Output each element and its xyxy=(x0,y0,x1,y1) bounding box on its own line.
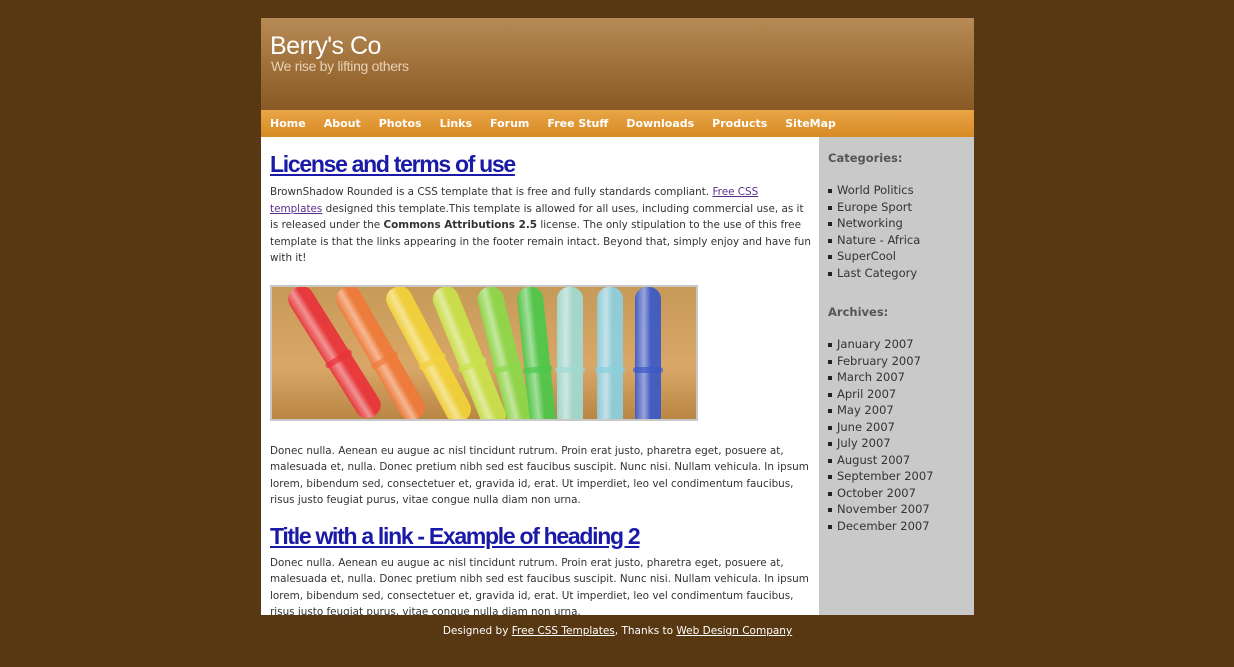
markers-image xyxy=(272,286,696,419)
archive-item[interactable]: April 2007 xyxy=(828,386,974,403)
nav-sitemap[interactable]: SiteMap xyxy=(785,117,836,130)
category-item[interactable]: World Politics xyxy=(828,182,974,199)
title-with-link-heading[interactable]: Title with a link - Example of heading 2 xyxy=(270,523,813,551)
intro-paragraph: BrownShadow Rounded is a CSS template th… xyxy=(270,184,813,267)
archive-item[interactable]: January 2007 xyxy=(828,336,974,353)
site-title: Berry's Co xyxy=(270,32,381,60)
markers-photo xyxy=(270,284,698,421)
categories-list: World Politics Europe Sport Networking N… xyxy=(828,182,974,281)
nav-products[interactable]: Products xyxy=(712,117,767,130)
archive-item[interactable]: March 2007 xyxy=(828,369,974,386)
footer-free-css-link[interactable]: Free CSS Templates xyxy=(512,625,615,637)
footer-prefix: Designed by xyxy=(442,625,512,637)
marker-pen xyxy=(633,286,663,419)
nav-free-stuff[interactable]: Free Stuff xyxy=(547,117,608,130)
nav-downloads[interactable]: Downloads xyxy=(626,117,694,130)
site-header: Berry's Co We rise by lifting others xyxy=(261,18,974,110)
archive-item[interactable]: July 2007 xyxy=(828,435,974,452)
footer-web-design-link[interactable]: Web Design Company xyxy=(676,625,792,637)
nav-links[interactable]: Links xyxy=(440,117,472,130)
marker-pen xyxy=(555,286,585,419)
sidebar: Categories: World Politics Europe Sport … xyxy=(819,137,974,615)
nav-home[interactable]: Home xyxy=(270,117,306,130)
archive-item[interactable]: September 2007 xyxy=(828,468,974,485)
category-item[interactable]: Europe Sport xyxy=(828,199,974,216)
archive-item[interactable]: November 2007 xyxy=(828,501,974,518)
nav-photos[interactable]: Photos xyxy=(379,117,422,130)
archive-item[interactable]: August 2007 xyxy=(828,452,974,469)
nav-forum[interactable]: Forum xyxy=(490,117,529,130)
main-content: License and terms of use BrownShadow Rou… xyxy=(261,137,819,618)
page-container: Berry's Co We rise by lifting others Hom… xyxy=(261,18,974,637)
archives-list: January 2007 February 2007 March 2007 Ap… xyxy=(828,336,974,534)
archive-item[interactable]: May 2007 xyxy=(828,402,974,419)
marker-pen xyxy=(595,286,625,419)
archive-item[interactable]: February 2007 xyxy=(828,353,974,370)
category-item[interactable]: SuperCool xyxy=(828,248,974,265)
license-name: Commons Attributions 2.5 xyxy=(383,219,538,231)
archive-item[interactable]: June 2007 xyxy=(828,419,974,436)
archives-title: Archives: xyxy=(828,305,889,319)
site-slogan: We rise by lifting others xyxy=(271,58,409,74)
category-item[interactable]: Networking xyxy=(828,215,974,232)
body-paragraph-3: Donec nulla. Aenean eu augue ac nisl tin… xyxy=(270,556,809,619)
body-wrap: License and terms of use BrownShadow Rou… xyxy=(261,137,974,618)
license-heading-link[interactable]: License and terms of use xyxy=(270,151,813,179)
archive-item[interactable]: October 2007 xyxy=(828,485,974,502)
main-nav: Home About Photos Links Forum Free Stuff… xyxy=(261,110,974,137)
nav-about[interactable]: About xyxy=(324,117,361,130)
intro-text-1: BrownShadow Rounded is a CSS template th… xyxy=(270,186,713,198)
category-item[interactable]: Last Category xyxy=(828,265,974,282)
archive-item[interactable]: December 2007 xyxy=(828,518,974,535)
category-item[interactable]: Nature - Africa xyxy=(828,232,974,249)
categories-title: Categories: xyxy=(828,151,903,165)
body-paragraph-2: Donec nulla. Aenean eu augue ac nisl tin… xyxy=(270,444,809,507)
footer-middle: , Thanks to xyxy=(614,625,677,637)
